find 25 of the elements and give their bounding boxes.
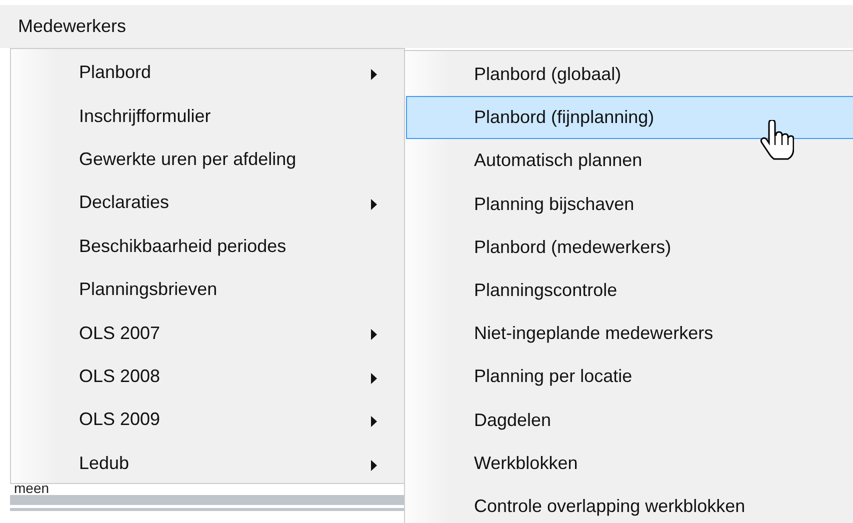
menu-item[interactable]: Declaraties — [12, 181, 403, 225]
submenu-item[interactable]: Niet-ingeplande medewerkers — [406, 312, 853, 356]
menu-bar-item[interactable]: Medewerkers — [0, 5, 138, 48]
hand-cursor-icon — [760, 120, 794, 160]
submenu-item[interactable]: Planning bijschaven — [406, 182, 853, 226]
submenu-item[interactable]: Werkblokken — [406, 442, 853, 485]
menu-item[interactable]: Ledub — [12, 442, 403, 485]
submenu-item[interactable]: Controle overlapping werkblokken — [406, 484, 853, 523]
submenu-item[interactable]: Planning per locatie — [406, 355, 853, 398]
submenu-item[interactable]: Planningscontrole — [406, 268, 853, 312]
background-text: meen — [14, 482, 50, 495]
menu-item[interactable]: OLS 2007 — [12, 311, 403, 355]
menu-item[interactable]: Planbord — [12, 51, 403, 94]
submenu-item[interactable]: Planbord (medewerkers) — [406, 226, 853, 269]
submenu-item[interactable]: Automatisch plannen — [406, 139, 853, 183]
submenu-item[interactable]: Dagdelen — [406, 398, 853, 442]
submenu-item[interactable]: Planbord (fijnplanning) — [406, 96, 853, 140]
menu-item[interactable]: Planningsbrieven — [12, 268, 403, 312]
menu-item[interactable]: Inschrijfformulier — [12, 94, 403, 138]
submenu-item[interactable]: Planbord (globaal) — [406, 53, 853, 96]
splitter-bar[interactable] — [10, 495, 404, 505]
menu-item[interactable]: Beschikbaarheid periodes — [12, 224, 403, 268]
menu-item[interactable]: OLS 2008 — [12, 354, 403, 398]
menu-item[interactable]: Gewerkte uren per afdeling — [12, 138, 403, 182]
menu-item[interactable]: OLS 2009 — [12, 398, 403, 442]
